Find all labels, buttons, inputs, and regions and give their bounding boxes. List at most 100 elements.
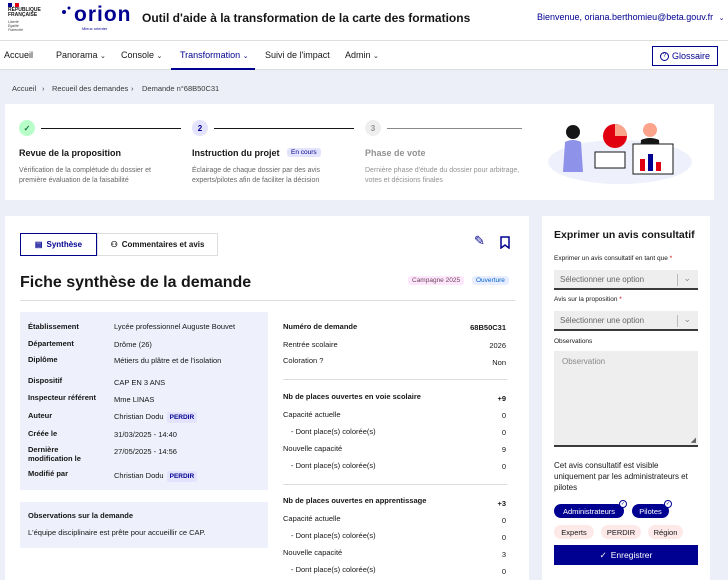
nav-accueil[interactable]: Accueil [4, 50, 33, 60]
question-circle-icon: ? [659, 51, 669, 61]
appr-row-value: 0 [501, 516, 506, 525]
breadcrumb-demande: Demande n°68B50C31 [142, 84, 220, 93]
logo-dots-icon [62, 6, 71, 14]
detail-value: Mme LINAS [114, 395, 155, 404]
detail-label: Inspecteur référent [28, 393, 96, 402]
welcome-text: Bienvenue, oriana.berthomieu@beta.gouv.f… [537, 12, 714, 22]
chevron-down-icon: ⌄ [100, 53, 106, 60]
nav-transformation[interactable]: Transformation ⌄ [180, 50, 249, 60]
check-icon: ✓ [19, 120, 35, 136]
demande-label: Numéro de demande [283, 322, 358, 331]
scolaire-row-label: - Dont place(s) colorée(s) [291, 461, 376, 470]
save-button-label: Enregistrer [610, 550, 653, 560]
bookmark-icon[interactable] [500, 236, 510, 249]
select-separator [677, 274, 678, 286]
observations-text: L'équipe disciplinaire est prête pour ac… [28, 528, 206, 537]
proposition-select-value: Sélectionner une option [560, 315, 645, 325]
nav-console[interactable]: Console ⌄ [121, 50, 162, 60]
divider [283, 484, 507, 485]
logo-text: orion [74, 3, 132, 26]
stepper-card: ✓ Revue de la proposition Vérification d… [5, 104, 714, 200]
tab-comments-label: Commentaires et avis [121, 240, 205, 249]
scolaire-row-label: Capacité actuelle [283, 410, 341, 419]
detail-label: Département [28, 339, 74, 348]
breadcrumb-recueil[interactable]: Recueil des demandes [52, 84, 128, 93]
coloration-value: Non [492, 358, 506, 367]
rentree-value: 2026 [489, 341, 506, 350]
detail-value: Drôme (26) [114, 340, 152, 349]
glossary-label: Glossaire [671, 51, 710, 61]
resize-handle-icon[interactable]: ◢ [691, 436, 696, 444]
scolaire-row-value: 0 [501, 462, 506, 471]
app-title: Outil d'aide à la transformation de la c… [142, 11, 471, 25]
details-panel: Établissement Lycée professionnel August… [20, 312, 268, 490]
active-tab-indicator [171, 68, 255, 70]
proposition-label: Avis sur la proposition * [554, 296, 622, 303]
role-select[interactable]: Sélectionner une option ⌄ [554, 270, 698, 290]
rentree-label: Rentrée scolaire [283, 340, 338, 349]
step-2-desc: Éclairage de chaque dossier par des avis… [192, 167, 321, 184]
detail-label: Établissement [28, 322, 79, 331]
edit-icon[interactable]: ✎ [474, 233, 485, 249]
scolaire-title: Nb de places ouvertes en voie scolaire [283, 392, 421, 401]
pill-administrateurs[interactable]: Administrateurs ✓ [554, 500, 627, 518]
nav-admin[interactable]: Admin ⌄ [345, 50, 379, 60]
header: RÉPUBLIQUE FRANÇAISE Liberté Égalité Frater… [0, 0, 728, 40]
status-badge: En cours [287, 148, 321, 157]
glossary-button[interactable]: ? Glossaire [652, 46, 718, 66]
avis-title: Exprimer un avis consultatif [554, 229, 695, 241]
role-select-value: Sélectionner une option [560, 274, 645, 284]
select-separator [677, 315, 678, 327]
main-card: ▤ Synthèse ⚇ Commentaires et avis ✎ Fich… [5, 216, 529, 580]
divider [283, 379, 507, 380]
step-3-title: Phase de vote [365, 148, 426, 158]
check-icon: ✓ [664, 500, 672, 508]
observation-textarea[interactable]: Observation ◢ [554, 351, 698, 447]
team-illustration [548, 123, 692, 184]
save-button[interactable]: ✓ Enregistrer [554, 545, 698, 565]
detail-label: Auteur [28, 411, 53, 420]
orion-logo[interactable]: orion Mieux orienter [60, 3, 132, 34]
user-menu[interactable]: Bienvenue, oriana.berthomieu@beta.gouv.f… [537, 12, 724, 22]
detail-label: Dispositif [28, 376, 63, 385]
apprentissage-value: +3 [497, 499, 506, 508]
chevron-down-icon: ⌄ [683, 273, 691, 283]
appr-row-value: 3 [501, 550, 506, 559]
chevron-down-icon: ⌄ [683, 314, 691, 324]
pill-region[interactable]: Région [648, 525, 683, 539]
document-icon: ▤ [34, 240, 43, 249]
step-3-desc: Dernière phase d'étude du dossier pour a… [365, 167, 520, 184]
tab-comments[interactable]: ⚇ Commentaires et avis [97, 233, 218, 256]
pill-pilotes[interactable]: Pilotes ✓ [632, 500, 672, 518]
role-label: Exprimer un avis consultatif en tant que… [554, 255, 673, 262]
main-nav: Accueil Panorama ⌄ Console ⌄ Transformat… [0, 40, 728, 70]
role-tag: PERDIR [166, 471, 198, 482]
step-3-number: 3 [365, 120, 381, 136]
detail-value: 31/03/2025 - 14:40 [114, 430, 177, 439]
tab-synthese[interactable]: ▤ Synthèse [20, 233, 97, 256]
detail-value: 27/05/2025 - 14:56 [114, 447, 177, 456]
detail-label: Dernière modification le [28, 445, 81, 463]
scolaire-row-value: 9 [501, 445, 506, 454]
step-connector [214, 128, 354, 129]
coloration-label: Coloration ? [283, 356, 324, 365]
detail-value: Christian Dodu PERDIR [114, 412, 198, 423]
pill-experts[interactable]: Experts [554, 525, 594, 539]
page-title: Fiche synthèse de la demande [20, 274, 252, 291]
check-icon: ✓ [599, 549, 607, 560]
pill-perdir[interactable]: PERDIR [601, 525, 641, 539]
appr-row-label: Capacité actuelle [283, 514, 341, 523]
step-2-title: Instruction du projet [192, 148, 280, 158]
detail-value: CAP EN 3 ANS [114, 378, 166, 387]
observations-title: Observations sur la demande [28, 511, 134, 520]
nav-panorama[interactable]: Panorama ⌄ [56, 50, 106, 60]
breadcrumb-accueil[interactable]: Accueil [12, 84, 36, 93]
detail-value: Lycée professionnel Auguste Bouvet [114, 322, 236, 331]
observations-panel: Observations sur la demande L'équipe dis… [20, 502, 268, 548]
detail-label: Diplôme [28, 355, 58, 364]
proposition-select[interactable]: Sélectionner une option ⌄ [554, 311, 698, 331]
chevron-right-icon: › [131, 84, 134, 93]
appr-row-value: 0 [501, 567, 506, 576]
nav-suivi-impact[interactable]: Suivi de l'impact [265, 50, 330, 60]
chevron-down-icon: ⌄ [242, 53, 249, 60]
